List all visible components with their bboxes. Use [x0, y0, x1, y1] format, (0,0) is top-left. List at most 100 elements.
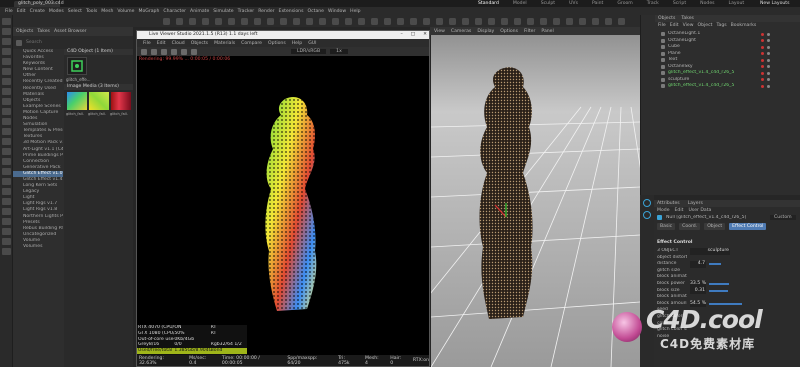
- texture-tool-icon[interactable]: [2, 128, 11, 135]
- objects-menu-view[interactable]: View: [683, 23, 694, 28]
- viewport-menu-view[interactable]: View: [434, 29, 445, 34]
- layers-icon[interactable]: [579, 17, 586, 25]
- light-icon[interactable]: [449, 17, 456, 25]
- field-value[interactable]: 33.5 %: [690, 280, 706, 288]
- irv-menu-gui[interactable]: GUI: [308, 41, 316, 46]
- attribute-field[interactable]: block size 0.31: [654, 287, 800, 295]
- magnet-tool-icon[interactable]: [2, 238, 11, 245]
- visibility-dot[interactable]: [761, 71, 764, 75]
- live-viewer-icon[interactable]: [488, 17, 495, 25]
- region-icon[interactable]: [181, 48, 187, 55]
- render-view-icon[interactable]: [306, 17, 313, 25]
- tag-icon[interactable]: [462, 17, 469, 25]
- menu-item-character[interactable]: Character: [163, 9, 186, 14]
- attributes-tab-attributes[interactable]: Attributes: [657, 201, 680, 206]
- objects-tab-objects[interactable]: Objects: [658, 16, 675, 21]
- attr-subtab-effect-control[interactable]: Effect Control: [729, 222, 767, 230]
- close-icon[interactable]: ✕: [423, 31, 427, 39]
- render-dot[interactable]: [767, 71, 770, 75]
- move-tool-icon[interactable]: [2, 28, 11, 35]
- colorspace-select[interactable]: LDR/sRGB: [291, 49, 327, 54]
- side-tool-icon[interactable]: [643, 199, 651, 207]
- render-settings-icon[interactable]: [319, 17, 326, 25]
- scale-tool-icon[interactable]: [2, 38, 11, 45]
- object-row[interactable]: glitch_effect_v1.4_c4d_r26_5: [655, 83, 800, 90]
- render-dot[interactable]: [767, 65, 770, 68]
- c4d-asset-thumb[interactable]: [67, 57, 87, 75]
- visibility-dot[interactable]: [761, 78, 764, 81]
- cloner-icon[interactable]: [384, 17, 391, 25]
- viewport-menu-display[interactable]: Display: [477, 29, 494, 34]
- attribute-field[interactable]: distance 4.7: [654, 261, 800, 268]
- field-value[interactable]: 0.31: [690, 287, 706, 295]
- layout-tab-track[interactable]: Track: [647, 1, 659, 6]
- attribute-field[interactable]: 3 OBJECT sculpture: [654, 248, 800, 255]
- undo-icon[interactable]: [163, 17, 170, 25]
- layout-tab-model[interactable]: Model: [513, 1, 527, 6]
- field-value[interactable]: 4.7: [690, 261, 706, 268]
- attr-subtab-basic[interactable]: Basic: [657, 222, 676, 230]
- material-icon[interactable]: [501, 17, 508, 25]
- brush-tool-icon[interactable]: [2, 68, 11, 75]
- floor-icon[interactable]: [423, 17, 430, 25]
- render-dot[interactable]: [767, 32, 770, 36]
- snap-icon[interactable]: [540, 17, 547, 25]
- visibility-dot[interactable]: [761, 45, 764, 49]
- rotate-tool-icon[interactable]: [2, 48, 11, 55]
- attribute-field[interactable]: block animation: [654, 274, 800, 281]
- octane-icon[interactable]: [475, 17, 482, 25]
- pen-icon[interactable]: [345, 17, 352, 25]
- layout-tab-sculpt[interactable]: Sculpt: [541, 1, 555, 6]
- bridge-tool-icon[interactable]: [2, 218, 11, 225]
- layout-tab-script[interactable]: Script: [673, 1, 686, 6]
- viewport-menu-cameras[interactable]: Cameras: [451, 29, 471, 34]
- field-slider[interactable]: [709, 289, 728, 292]
- visibility-dot[interactable]: [761, 32, 764, 36]
- menu-item-mograph[interactable]: MoGraph: [138, 9, 159, 14]
- plugin-icon[interactable]: [605, 17, 612, 25]
- ab-tab-objects[interactable]: Objects: [16, 29, 33, 34]
- irv-menu-compare[interactable]: Compare: [241, 41, 262, 46]
- render-icon[interactable]: [293, 17, 300, 25]
- move-icon[interactable]: [189, 17, 196, 25]
- render-dot[interactable]: [767, 45, 770, 49]
- z-axis-icon[interactable]: [267, 17, 274, 25]
- ab-tab-takes[interactable]: Takes: [37, 29, 50, 34]
- workplane-icon[interactable]: [553, 17, 560, 25]
- minimize-icon[interactable]: –: [401, 31, 403, 39]
- objects-menu-bookmarks[interactable]: Bookmarks: [731, 23, 757, 28]
- live-select-tool-icon[interactable]: [2, 58, 11, 65]
- model-tool-icon[interactable]: [2, 118, 11, 125]
- coord-icon[interactable]: [280, 17, 287, 25]
- smooth-tool-icon[interactable]: [2, 248, 11, 255]
- camera-icon[interactable]: [436, 17, 443, 25]
- viewport-menu-panel[interactable]: Panel: [541, 29, 553, 34]
- visibility-dot[interactable]: [761, 58, 764, 62]
- menu-item-mesh[interactable]: Mesh: [101, 9, 113, 14]
- viewport-menu-options[interactable]: Options: [500, 29, 518, 34]
- layout-tab-paint[interactable]: Paint: [592, 1, 603, 6]
- render-dot[interactable]: [767, 39, 770, 42]
- field-icon[interactable]: [410, 17, 417, 25]
- spline-icon[interactable]: [358, 17, 365, 25]
- render-dot[interactable]: [767, 84, 770, 88]
- menu-item-create[interactable]: Create: [30, 9, 45, 14]
- menu-item-volume[interactable]: Volume: [117, 9, 134, 14]
- render-dot[interactable]: [767, 52, 770, 55]
- lock-tool-icon[interactable]: [2, 168, 11, 175]
- select-icon[interactable]: [228, 17, 235, 25]
- attributes-tab-layers[interactable]: Layers: [688, 201, 703, 206]
- redo-icon[interactable]: [176, 17, 183, 25]
- edit-menu[interactable]: Edit: [675, 208, 684, 213]
- side-tool-icon[interactable]: [643, 211, 651, 219]
- layout-tab-groom[interactable]: Groom: [617, 1, 632, 6]
- attribute-field[interactable]: block animation speed: [654, 294, 800, 301]
- image-asset-thumb[interactable]: [89, 92, 109, 110]
- send-scene-icon[interactable]: [141, 48, 147, 55]
- menu-item-render[interactable]: Render: [258, 9, 274, 14]
- menu-item-tools[interactable]: Tools: [86, 9, 97, 14]
- lock-icon[interactable]: [527, 17, 534, 25]
- edit-icon[interactable]: [514, 17, 521, 25]
- rotate-icon[interactable]: [215, 17, 222, 25]
- irv-menu-options[interactable]: Options: [268, 41, 286, 46]
